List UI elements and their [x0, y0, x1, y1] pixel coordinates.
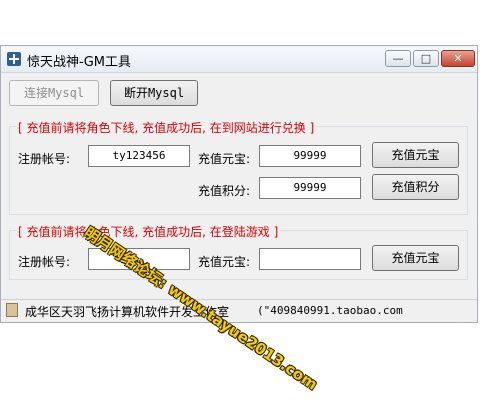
connect-mysql-button[interactable]: 连接Mysql	[9, 80, 99, 106]
disconnect-mysql-button[interactable]: 断开Mysql	[110, 80, 198, 106]
group2-recharge-yuanbao-button[interactable]: 充值元宝	[372, 245, 459, 271]
group1-points-input[interactable]: 99999	[259, 177, 361, 199]
group1-legend: [ 充值前请将角色下线, 充值成功后, 在到网站进行兑换 ]	[16, 119, 317, 136]
group1-account-input[interactable]: ty123456	[88, 145, 190, 167]
group2-account-label: 注册帐号:	[18, 255, 71, 269]
group1-yuanbao-input[interactable]: 99999	[259, 145, 361, 167]
group2-legend: [ 充值前请将角色下线, 充值成功后, 在登陆游戏 ]	[16, 223, 281, 240]
group1-recharge-points-button[interactable]: 充值积分	[372, 174, 459, 200]
recharge-website-group: [ 充值前请将角色下线, 充值成功后, 在到网站进行兑换 ]	[9, 119, 468, 215]
group1-points-label: 充值积分:	[198, 184, 251, 198]
book-icon	[6, 303, 18, 317]
status-link[interactable]: ("409840991.taobao.com	[257, 304, 403, 317]
group1-account-label: 注册帐号:	[18, 152, 71, 166]
group2-yuanbao-label: 充值元宝:	[198, 255, 251, 269]
app-window: 惊天战神-GM工具 — □ ✕ 连接Mysql 断开Mysql [ 充值前请将角…	[0, 45, 478, 323]
maximize-button[interactable]: □	[413, 50, 439, 67]
app-icon	[7, 52, 21, 66]
title-bar[interactable]: 惊天战神-GM工具 — □ ✕	[1, 46, 477, 73]
group2-yuanbao-input[interactable]	[259, 248, 361, 270]
group1-yuanbao-label: 充值元宝:	[198, 152, 251, 166]
status-bar: 成华区天羽飞扬计算机软件开发工作室 ("409840991.taobao.com	[1, 299, 477, 322]
window-title: 惊天战神-GM工具	[27, 55, 131, 70]
close-button[interactable]: ✕	[441, 50, 475, 67]
group1-recharge-yuanbao-button[interactable]: 充值元宝	[372, 142, 459, 168]
minimize-button[interactable]: —	[385, 50, 411, 67]
